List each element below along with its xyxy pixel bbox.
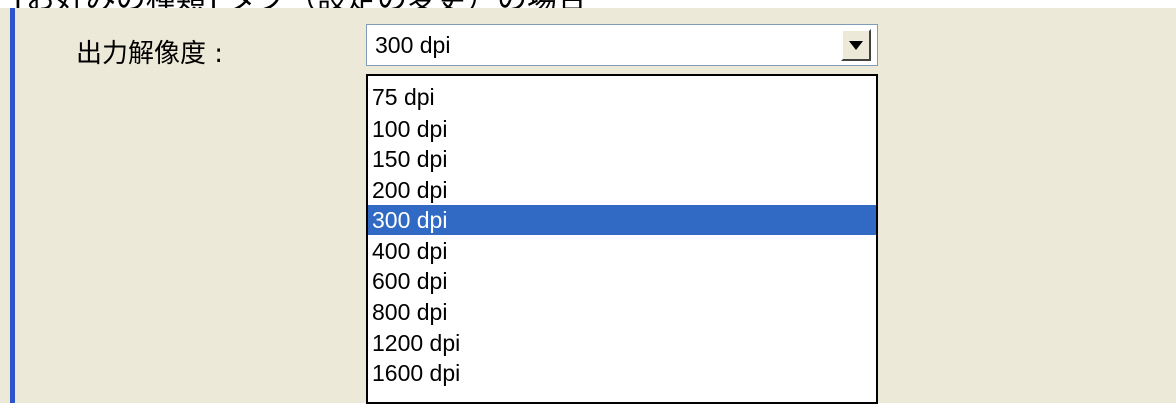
dropdown-button[interactable] xyxy=(841,29,871,61)
option-300-dpi[interactable]: 300 dpi xyxy=(368,205,876,235)
panel-left-border xyxy=(10,8,15,403)
option-150-dpi[interactable]: 150 dpi xyxy=(368,144,876,174)
option-600-dpi[interactable]: 600 dpi xyxy=(368,266,876,296)
option-800-dpi[interactable]: 800 dpi xyxy=(368,297,876,327)
output-resolution-select[interactable]: 300 dpi xyxy=(366,24,878,66)
resolution-dropdown-list: 75 dpi 100 dpi 150 dpi 200 dpi 300 dpi 4… xyxy=(366,74,878,404)
page-top-strip: [お好みの種類] タブ（設定の変更）の場合 xyxy=(0,0,1176,8)
output-resolution-label: 出力解像度 : xyxy=(76,39,224,69)
clipped-heading: [お好みの種類] タブ（設定の変更）の場合 xyxy=(14,0,587,8)
option-200-dpi[interactable]: 200 dpi xyxy=(368,175,876,205)
settings-panel: 出力解像度 : 300 dpi 75 dpi 100 dpi 150 dpi 2… xyxy=(0,8,1176,404)
option-1200-dpi[interactable]: 1200 dpi xyxy=(368,328,876,358)
option-75-dpi[interactable]: 75 dpi xyxy=(368,82,876,112)
chevron-down-icon xyxy=(849,41,863,50)
option-1600-dpi[interactable]: 1600 dpi xyxy=(368,358,876,388)
option-100-dpi[interactable]: 100 dpi xyxy=(368,114,876,144)
option-400-dpi[interactable]: 400 dpi xyxy=(368,236,876,266)
output-resolution-value: 300 dpi xyxy=(375,32,451,58)
